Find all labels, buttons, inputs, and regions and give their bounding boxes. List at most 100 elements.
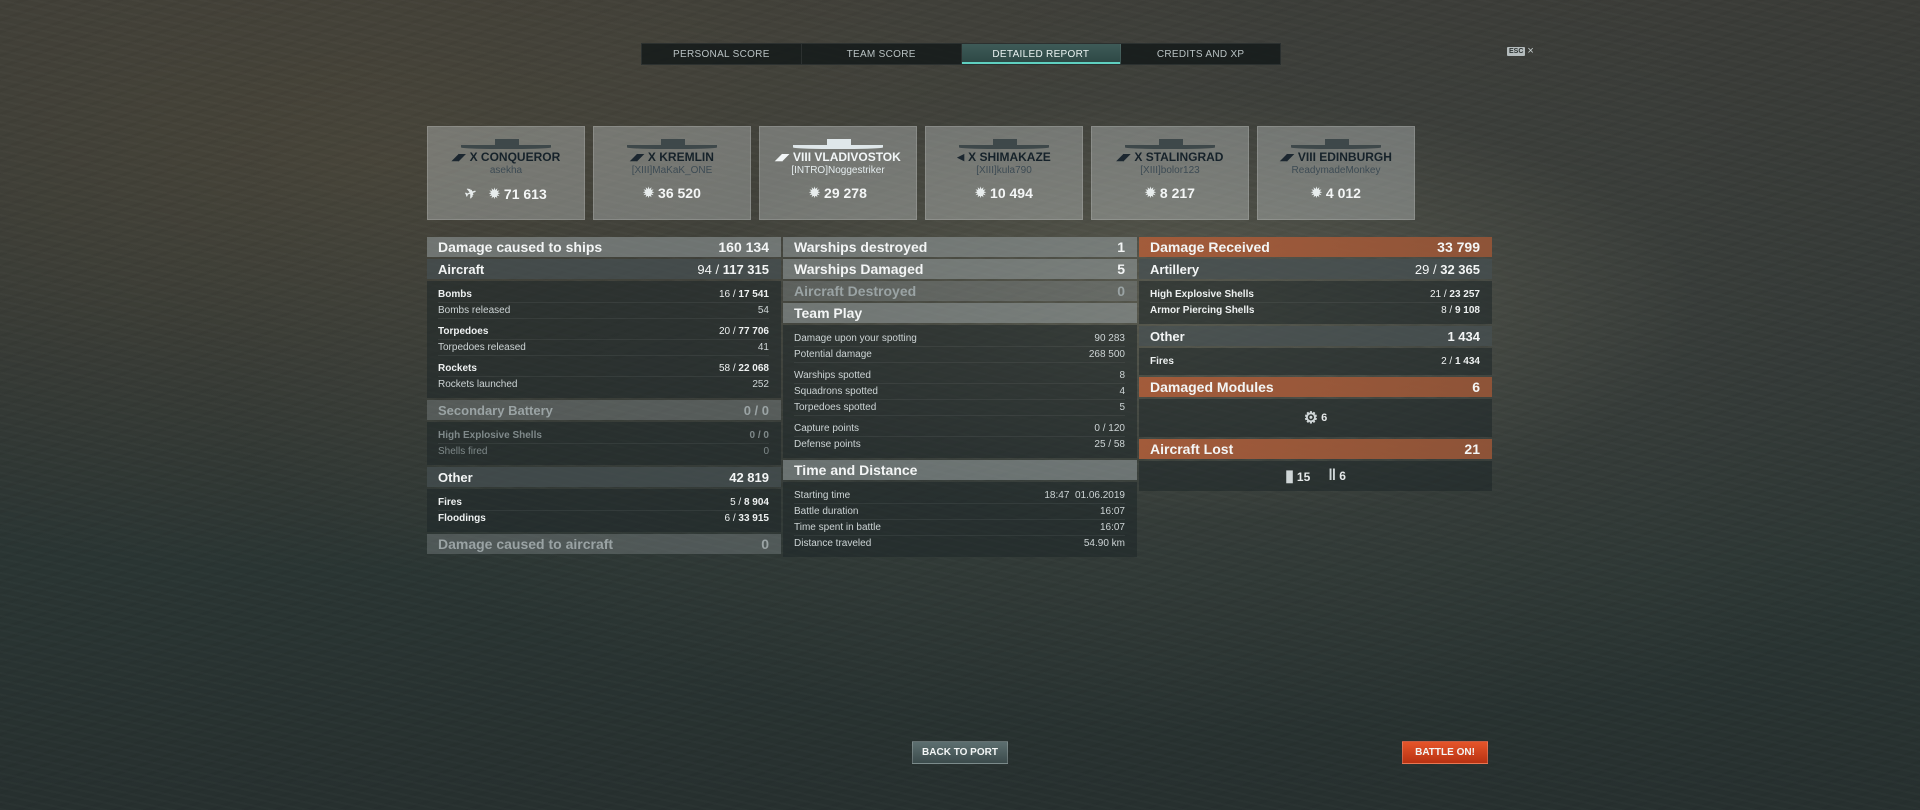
ship-card[interactable]: ◢◤ X CONQUEROR asekha ✈ ✹ 71 613: [427, 126, 585, 220]
module-icon: ⚙: [1303, 410, 1319, 427]
ship-card[interactable]: ◢◤ VIII EDINBURGH ReadymadeMonkey ✹ 4 012: [1257, 126, 1415, 220]
plane-icon: ✈: [462, 183, 480, 203]
battle-on-button[interactable]: BATTLE ON!: [1402, 741, 1488, 764]
ship-silhouette-icon: [959, 137, 1049, 149]
damage-received-panel: Damage Received 33 799 Artillery 29 / 32 3…: [1139, 237, 1492, 491]
aircraft-damage-header: Aircraft 94 / 117 315: [427, 259, 781, 279]
ship-player: asekha: [489, 165, 523, 176]
aircraft-lost-header: Aircraft Lost 21: [1139, 439, 1492, 459]
ship-name: ◢◤ X CONQUEROR: [451, 150, 561, 164]
ship-player: [XIII]MaKaK_ONE: [631, 165, 713, 176]
damage-caused-aircraft-header: Damage caused to aircraft 0: [427, 534, 781, 554]
ship-score: ✹ 29 278: [809, 185, 867, 201]
ship-card[interactable]: ◀ X SHIMAKAZE [XIII]kula790 ✹ 10 494: [925, 126, 1083, 220]
bombs-row: Bombs 16 / 17 541: [438, 287, 769, 303]
ship-player: [XIII]bolor123: [1140, 165, 1200, 176]
capture-points-row: Capture points 0 / 120: [794, 421, 1125, 437]
ship-score: ✹ 8 217: [1145, 185, 1195, 201]
squadrons-spotted-row: Squadrons spotted 4: [794, 384, 1125, 400]
ship-player: ReadymadeMonkey: [1291, 165, 1381, 176]
ship-cards: ◢◤ X CONQUEROR asekha ✈ ✹ 71 613 ◢◤ X KREMLI…: [427, 126, 1415, 220]
starting-time-row: Starting time 18:47 01.06.2019: [794, 488, 1125, 504]
ship-score: ✹ 4 012: [1311, 185, 1361, 201]
fires-row: Fires 5 / 8 904: [438, 495, 769, 511]
team-play-body: Damage upon your spotting 90 283 Potentia…: [783, 325, 1137, 458]
ship-card[interactable]: ◢◤ X STALINGRAD [XIII]bolor123 ✹ 8 217: [1091, 126, 1249, 220]
potential-damage-row: Potential damage 268 500: [794, 347, 1125, 363]
ship-name: ◢◤ X STALINGRAD: [1116, 150, 1224, 164]
time-spent-row: Time spent in battle 16:07: [794, 520, 1125, 536]
rockets-row: Rockets 58 / 22 068: [438, 361, 769, 377]
damaged-modules-body: ⚙ 6: [1139, 399, 1492, 437]
damage-icon: ✹: [809, 185, 821, 200]
close-icon: ×: [1527, 45, 1534, 57]
ship-score: ✹ 10 494: [975, 185, 1033, 201]
other-received-body: Fires 2 / 1 434: [1139, 348, 1492, 375]
aircraft-destroyed-header: Aircraft Destroyed 0: [783, 281, 1137, 301]
damage-caused-ships-header: Damage caused to ships 160 134: [427, 237, 781, 257]
warships-damaged-header: Warships Damaged 5: [783, 259, 1137, 279]
bomber-icon: ▮: [1285, 468, 1294, 485]
other-received-header: Other 1 434: [1139, 326, 1492, 346]
torpedoes-row: Torpedoes 20 / 77 706: [438, 324, 769, 340]
ship-silhouette-icon: [627, 137, 717, 149]
ship-card-player[interactable]: ◢◤ VIII VLADIVOSTOK [INTRO]Noggestriker ✹…: [759, 126, 917, 220]
destroyer-class-icon: ◀: [957, 151, 965, 162]
torpedo-bomber-icon: ‖: [1328, 467, 1337, 484]
secondary-battery-header: Secondary Battery 0 / 0: [427, 400, 781, 420]
defense-points-row: Defense points 25 / 58: [794, 439, 1125, 450]
tab-team-score[interactable]: TEAM SCORE: [802, 44, 962, 64]
ship-silhouette-icon: [1291, 137, 1381, 149]
ship-name: ◢◤ VIII EDINBURGH: [1280, 150, 1392, 164]
floodings-row: Floodings 6 / 33 915: [438, 513, 769, 524]
close-button[interactable]: ESC ×: [1507, 45, 1534, 57]
time-distance-body: Starting time 18:47 01.06.2019 Battle dur…: [783, 482, 1137, 557]
fires-received-row: Fires 2 / 1 434: [1150, 356, 1480, 367]
back-to-port-button[interactable]: BACK TO PORT: [912, 741, 1008, 764]
ship-name: ◢◤ X KREMLIN: [630, 150, 714, 164]
damage-caused-panel: Damage caused to ships 160 134 Aircraft 94…: [427, 237, 781, 556]
tab-personal-score[interactable]: PERSONAL SCORE: [642, 44, 802, 64]
warships-spotted-row: Warships spotted 8: [794, 368, 1125, 384]
damage-icon: ✹: [489, 185, 500, 201]
spotting-damage-row: Damage upon your spotting 90 283: [794, 331, 1125, 347]
damage-icon: ✹: [1311, 185, 1322, 200]
battleship-class-icon: ◢◤: [451, 151, 466, 162]
damage-icon: ✹: [975, 185, 987, 200]
cruiser-class-icon: ◢◤: [1116, 151, 1131, 162]
other-damage-header: Other 42 819: [427, 467, 781, 487]
ship-silhouette-icon: [793, 137, 883, 149]
bombs-released-row: Bombs released 54: [438, 303, 769, 319]
tab-bar: PERSONAL SCORE TEAM SCORE DETAILED REPOR…: [641, 43, 1281, 65]
esc-key-icon: ESC: [1507, 46, 1526, 56]
ship-player: [XIII]kula790: [976, 165, 1032, 176]
damaged-modules-header: Damaged Modules 6: [1139, 377, 1492, 397]
combat-panel: Warships destroyed 1 Warships Damaged 5 Ai…: [783, 237, 1137, 559]
ship-name: ◀ X SHIMAKAZE: [957, 150, 1051, 164]
battleship-class-icon: ◢◤: [630, 151, 644, 162]
other-damage-body: Fires 5 / 8 904 Floodings 6 / 33 915: [427, 489, 781, 532]
ship-silhouette-icon: [461, 137, 551, 149]
aircraft-lost-body: ▮ 15 ‖ 6: [1139, 461, 1492, 491]
artillery-header: Artillery 29 / 32 365: [1139, 259, 1492, 279]
shells-fired-row: Shells fired 0: [438, 446, 769, 457]
torpedoes-spotted-row: Torpedoes spotted 5: [794, 400, 1125, 416]
team-play-header: Team Play: [783, 303, 1137, 323]
time-distance-header: Time and Distance: [783, 460, 1137, 480]
damage-icon: ✹: [1145, 185, 1156, 200]
damage-icon: ✹: [643, 185, 655, 200]
rockets-launched-row: Rockets launched 252: [438, 379, 769, 390]
warships-destroyed-header: Warships destroyed 1: [783, 237, 1137, 257]
ship-name: ◢◤ VIII VLADIVOSTOK: [775, 150, 901, 164]
artillery-body: High Explosive Shells 21 / 23 257 Armor P…: [1139, 281, 1492, 324]
damage-received-header: Damage Received 33 799: [1139, 237, 1492, 257]
battle-duration-row: Battle duration 16:07: [794, 504, 1125, 520]
distance-row: Distance traveled 54.90 km: [794, 538, 1125, 549]
ship-score: ✈ ✹ 71 613: [462, 183, 547, 203]
cruiser-class-icon: ◢◤: [1280, 151, 1294, 162]
ship-card[interactable]: ◢◤ X KREMLIN [XIII]MaKaK_ONE ✹ 36 520: [593, 126, 751, 220]
tab-credits-and-xp[interactable]: CREDITS AND XP: [1121, 44, 1280, 64]
tab-detailed-report[interactable]: DETAILED REPORT: [961, 44, 1122, 64]
ship-score: ✹ 36 520: [643, 185, 701, 201]
ap-shells-received-row: Armor Piercing Shells 8 / 9 108: [1150, 305, 1480, 316]
